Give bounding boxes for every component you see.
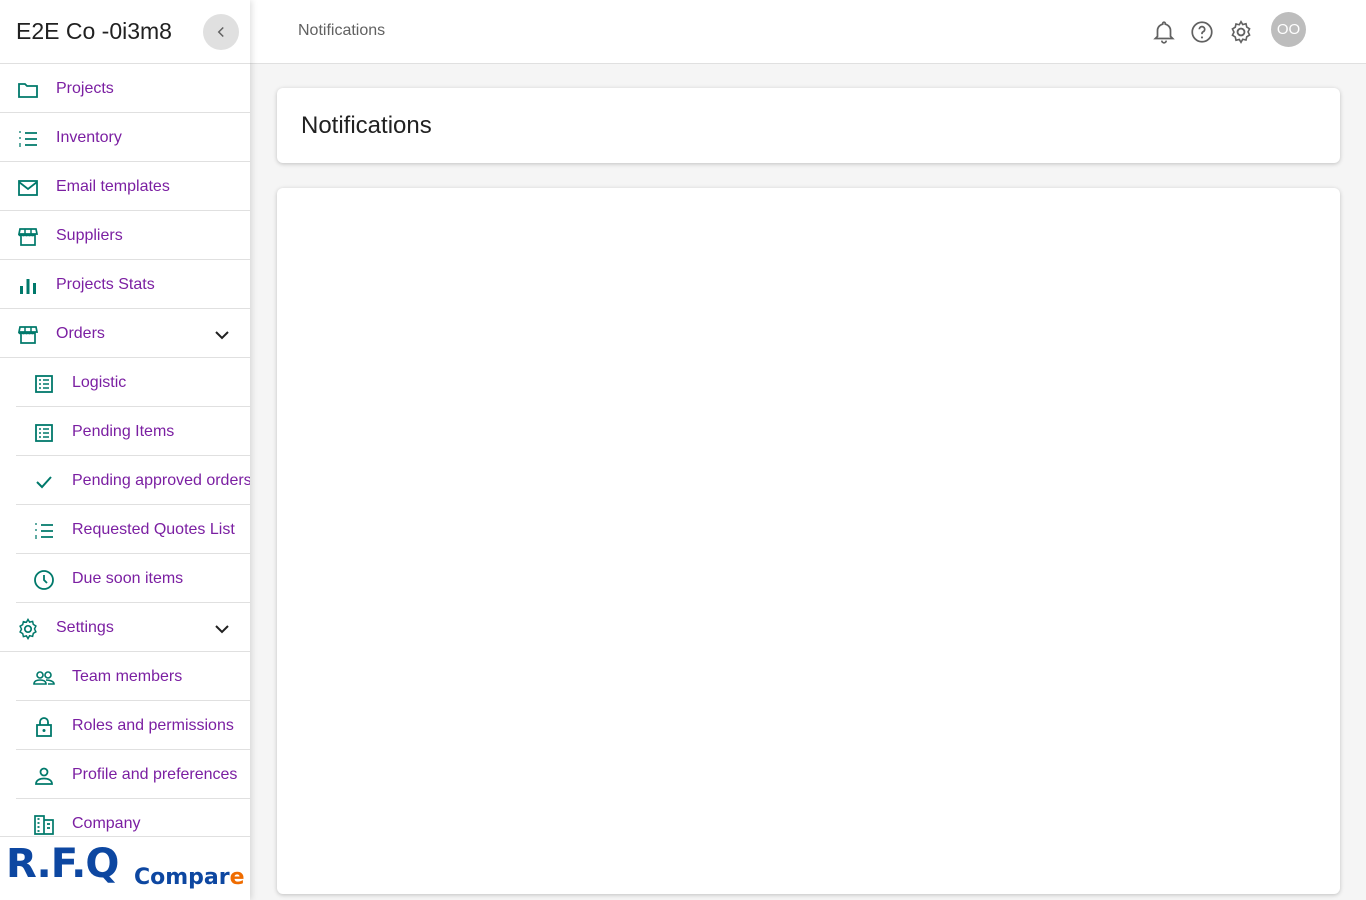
- sidebar: E2E Co -0i3m8 Projects Inventory Email t…: [0, 0, 250, 900]
- sidebar-item-team-members[interactable]: Team members: [16, 652, 250, 701]
- sidebar-item-label: Company: [72, 815, 141, 832]
- chevron-left-icon: [217, 26, 224, 38]
- rfq-compare-logo: R.F.Q Compare: [0, 836, 250, 900]
- sidebar-item-label: Inventory: [56, 129, 122, 146]
- sidebar-item-due-soon-items[interactable]: Due soon items: [16, 554, 250, 603]
- chevron-down-icon[interactable]: [210, 323, 234, 347]
- logo-subtext: Compare: [134, 865, 245, 890]
- store-icon: [16, 323, 40, 347]
- chevron-down-icon[interactable]: [210, 617, 234, 641]
- sidebar-item-logistic[interactable]: Logistic: [16, 358, 250, 407]
- sidebar-item-projects[interactable]: Projects: [0, 64, 250, 113]
- sidebar-item-label: Pending approved orders: [72, 472, 250, 489]
- sidebar-item-orders[interactable]: Orders: [0, 309, 250, 358]
- sidebar-item-label: Settings: [56, 619, 114, 636]
- sidebar-header: E2E Co -0i3m8: [0, 0, 250, 64]
- gear-icon[interactable]: [1228, 19, 1254, 45]
- page-title: Notifications: [301, 112, 432, 139]
- bell-icon[interactable]: [1151, 19, 1177, 45]
- building-icon: [32, 813, 56, 837]
- sidebar-item-label: Email templates: [56, 178, 170, 195]
- clock-icon: [32, 568, 56, 592]
- sidebar-item-label: Team members: [72, 668, 183, 685]
- breadcrumb: Notifications: [298, 22, 386, 39]
- sidebar-item-email-templates[interactable]: Email templates: [0, 162, 250, 211]
- sidebar-item-label: Requested Quotes List: [72, 521, 235, 538]
- sidebar-item-settings[interactable]: Settings: [0, 603, 250, 652]
- sidebar-item-suppliers[interactable]: Suppliers: [0, 211, 250, 260]
- sidebar-item-label: Profile and preferences: [72, 766, 238, 783]
- collapse-sidebar-button[interactable]: [203, 14, 239, 50]
- people-icon: [32, 666, 56, 690]
- list-alt-icon: [32, 372, 56, 396]
- sidebar-nav: Projects Inventory Email templates Suppl…: [0, 64, 250, 848]
- help-icon[interactable]: [1189, 19, 1215, 45]
- list-alt-icon: [32, 421, 56, 445]
- gear-icon: [16, 617, 40, 641]
- sidebar-item-label: Pending Items: [72, 423, 175, 440]
- lock-icon: [32, 715, 56, 739]
- avatar[interactable]: OO: [1271, 12, 1306, 47]
- mail-icon: [16, 176, 40, 200]
- sidebar-item-profile-and-preferences[interactable]: Profile and preferences: [16, 750, 250, 799]
- sidebar-item-pending-items[interactable]: Pending Items: [16, 407, 250, 456]
- bar-chart-icon: [16, 274, 40, 298]
- notifications-content-panel: [277, 188, 1340, 894]
- person-icon: [32, 764, 56, 788]
- list-numbered-icon: [32, 519, 56, 543]
- sidebar-item-label: Due soon items: [72, 570, 184, 587]
- sidebar-item-inventory[interactable]: Inventory: [0, 113, 250, 162]
- sidebar-item-label: Projects: [56, 80, 114, 97]
- sidebar-item-label: Roles and permissions: [72, 717, 234, 734]
- sidebar-item-label: Projects Stats: [56, 276, 155, 293]
- company-name: E2E Co -0i3m8: [16, 18, 172, 44]
- sidebar-item-requested-quotes-list[interactable]: Requested Quotes List: [16, 505, 250, 554]
- page-title-card: Notifications: [277, 88, 1340, 163]
- check-icon: [32, 470, 56, 494]
- folder-icon: [16, 78, 40, 102]
- sidebar-item-label: Suppliers: [56, 227, 123, 244]
- sidebar-item-roles-and-permissions[interactable]: Roles and permissions: [16, 701, 250, 750]
- logo-wordmark: R.F.Q: [6, 841, 119, 887]
- list-numbered-icon: [16, 127, 40, 151]
- sidebar-item-label: Orders: [56, 325, 105, 342]
- store-icon: [16, 225, 40, 249]
- sidebar-item-pending-approved-orders[interactable]: Pending approved orders: [16, 456, 250, 505]
- top-bar: Notifications OO: [250, 0, 1366, 64]
- sidebar-item-label: Logistic: [72, 374, 127, 391]
- sidebar-item-projects-stats[interactable]: Projects Stats: [0, 260, 250, 309]
